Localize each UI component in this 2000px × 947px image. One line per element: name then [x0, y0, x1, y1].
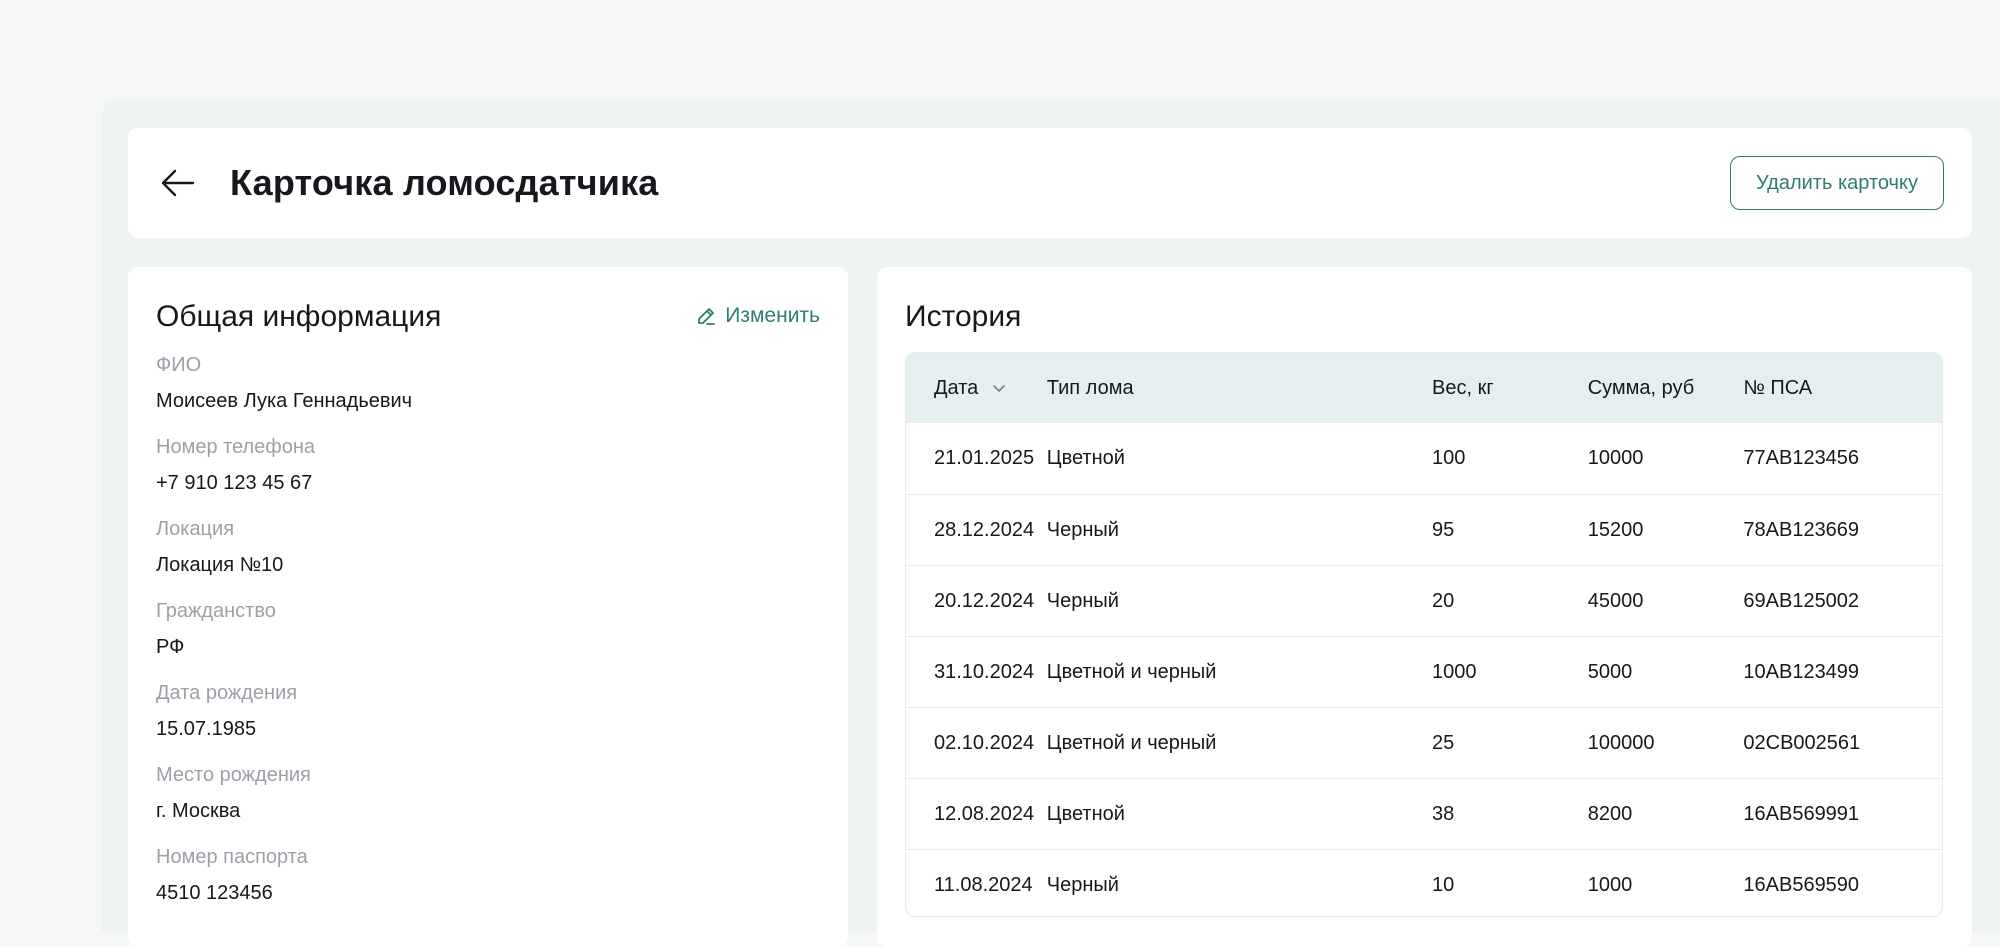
cell-sum: 10000 — [1587, 447, 1644, 469]
history-card: История Дата Тип лома Вес, кг Сумма, руб… — [877, 267, 1972, 947]
field-value: +7 910 123 45 67 — [156, 472, 313, 494]
field-location: Локация Локация №10 — [156, 515, 283, 579]
general-info-card: Общая информация Изменить ФИО Моисеев Лу… — [128, 267, 848, 947]
cell-sum: 45000 — [1587, 589, 1644, 612]
table-row[interactable]: 20.12.2024 Черный 20 45000 69AB125002 — [906, 565, 1942, 636]
cell-date: 21.01.2025 — [934, 447, 1035, 469]
cell-psa: 10AB123499 — [1743, 660, 1860, 683]
field-phone: Номер телефона +7 910 123 45 67 — [156, 433, 315, 497]
field-label: Номер телефона — [156, 436, 316, 458]
cell-type: Черный — [1046, 873, 1119, 896]
cell-weight: 38 — [1432, 802, 1455, 825]
cell-weight: 20 — [1432, 589, 1455, 612]
history-table: Дата Тип лома Вес, кг Сумма, руб № ПСА 2… — [905, 352, 1943, 917]
column-header-type: Тип лома — [1046, 376, 1134, 399]
cell-sum: 15200 — [1587, 518, 1644, 541]
column-header-date[interactable]: Дата — [906, 377, 1047, 400]
cell-sum: 1000 — [1587, 873, 1633, 896]
cell-date: 28.12.2024 — [934, 518, 1035, 541]
field-birth-date: Дата рождения 15.07.1985 — [156, 679, 297, 743]
field-value: Локация №10 — [156, 554, 284, 576]
edit-button[interactable]: Изменить — [696, 301, 820, 331]
cell-type: Цветной — [1046, 802, 1125, 825]
table-row[interactable]: 28.12.2024 Черный 95 15200 78AB123669 — [906, 494, 1942, 565]
cell-date: 11.08.2024 — [934, 873, 1033, 896]
chevron-down-icon — [993, 385, 1006, 392]
cell-sum: 100000 — [1587, 731, 1655, 754]
cell-date: 31.10.2024 — [934, 660, 1035, 683]
column-header-label: Дата — [934, 376, 979, 399]
field-value: 4510 123456 — [156, 882, 273, 904]
edit-label: Изменить — [725, 304, 820, 327]
page-header: Карточка ломосдатчика Удалить карточку — [128, 128, 1972, 238]
table-row[interactable]: 21.01.2025 Цветной 100 10000 77AB123456 — [906, 423, 1942, 494]
cell-psa: 78AB123669 — [1743, 518, 1860, 541]
cell-sum: 5000 — [1587, 660, 1633, 683]
field-citizenship: Гражданство РФ — [156, 597, 276, 661]
general-info-title: Общая информация — [156, 300, 442, 333]
page-title: Карточка ломосдатчика — [230, 162, 659, 203]
field-value: 15.07.1985 — [156, 718, 257, 740]
cell-psa: 77AB123456 — [1743, 447, 1860, 469]
table-row[interactable]: 11.08.2024 Черный 10 1000 16AB569590 — [906, 849, 1942, 916]
cell-psa: 16AB569991 — [1743, 802, 1860, 825]
cell-psa: 02CB002561 — [1743, 731, 1861, 754]
cell-type: Цветной — [1046, 447, 1125, 469]
arrow-left-icon — [161, 169, 195, 197]
table-row[interactable]: 31.10.2024 Цветной и черный 1000 5000 10… — [906, 636, 1942, 707]
cell-weight: 1000 — [1432, 660, 1477, 683]
column-header-psa: № ПСА — [1743, 376, 1813, 399]
cell-type: Цветной и черный — [1046, 731, 1217, 754]
table-row[interactable]: 12.08.2024 Цветной 38 8200 16AB569991 — [906, 778, 1942, 849]
table-header: Дата Тип лома Вес, кг Сумма, руб № ПСА — [906, 353, 1942, 423]
table-body: 21.01.2025 Цветной 100 10000 77AB123456 … — [906, 423, 1942, 916]
cell-weight: 100 — [1432, 447, 1466, 469]
field-passport: Номер паспорта 4510 123456 — [156, 843, 308, 907]
back-button[interactable] — [156, 161, 200, 205]
field-value: Моисеев Лука Геннадьевич — [156, 390, 413, 412]
field-label: ФИО — [156, 354, 202, 376]
cell-type: Цветной и черный — [1046, 660, 1217, 683]
field-label: Гражданство — [156, 600, 276, 622]
field-value: г. Москва — [156, 800, 241, 822]
delete-card-button[interactable]: Удалить карточку — [1730, 156, 1944, 210]
cell-weight: 25 — [1432, 731, 1455, 754]
field-label: Локация — [156, 518, 235, 540]
cell-psa: 16AB569590 — [1743, 873, 1860, 896]
field-label: Дата рождения — [156, 682, 298, 704]
field-label: Номер паспорта — [156, 846, 308, 868]
cell-weight: 95 — [1432, 518, 1455, 541]
field-value: РФ — [156, 636, 185, 658]
column-header-sum: Сумма, руб — [1587, 376, 1695, 399]
cell-type: Черный — [1046, 589, 1119, 612]
field-label: Место рождения — [156, 764, 311, 786]
history-title: История — [905, 300, 1022, 333]
pencil-icon — [698, 308, 716, 325]
cell-weight: 10 — [1432, 873, 1455, 896]
cell-date: 12.08.2024 — [934, 802, 1035, 825]
cell-psa: 69AB125002 — [1743, 589, 1860, 612]
table-row[interactable]: 02.10.2024 Цветной и черный 25 100000 02… — [906, 707, 1942, 778]
field-birth-place: Место рождения г. Москва — [156, 761, 311, 825]
field-fio: ФИО Моисеев Лука Геннадьевич — [156, 351, 412, 415]
cell-date: 02.10.2024 — [934, 731, 1035, 754]
cell-date: 20.12.2024 — [934, 589, 1035, 612]
cell-sum: 8200 — [1587, 802, 1633, 825]
cell-type: Черный — [1046, 518, 1119, 541]
column-header-weight: Вес, кг — [1432, 376, 1494, 399]
